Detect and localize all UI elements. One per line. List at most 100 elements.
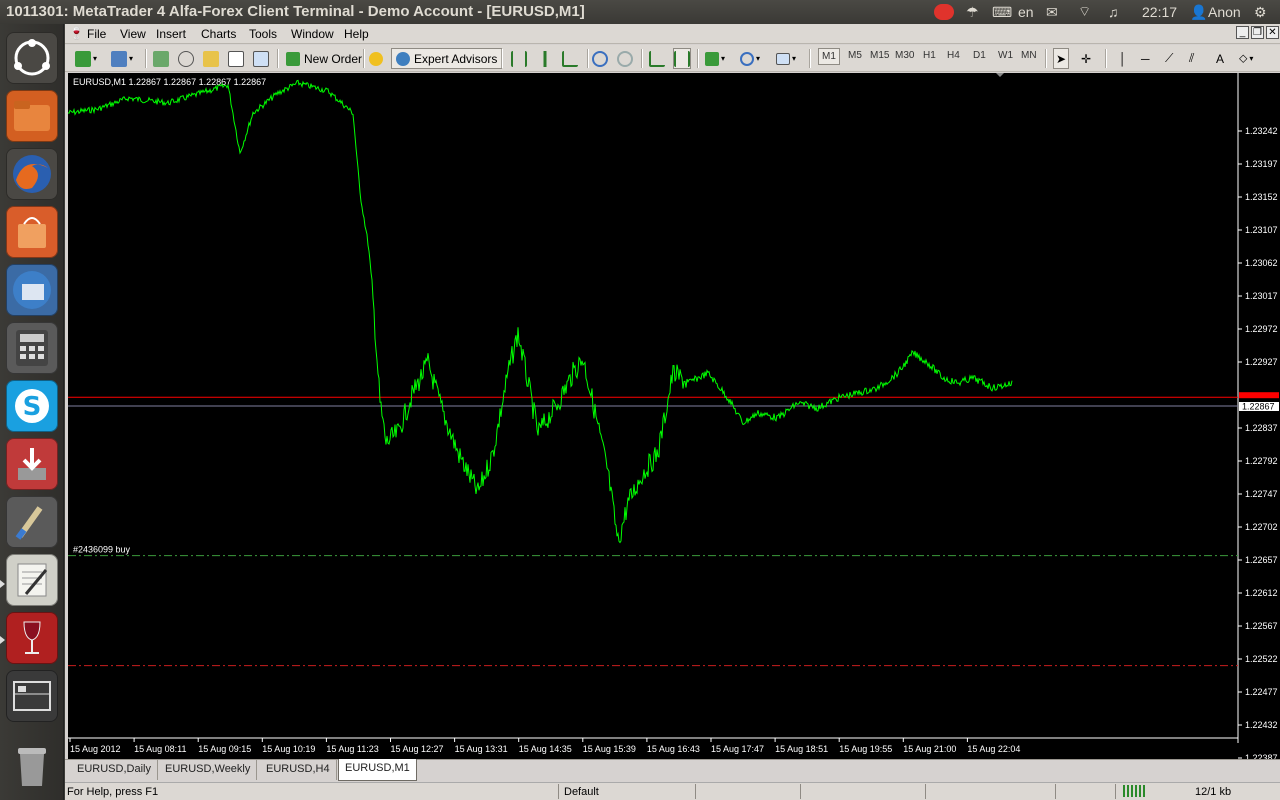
dropbox-icon[interactable]: ☂ [966, 3, 979, 21]
files-folder-icon[interactable] [6, 90, 58, 142]
tab-eurusd-h4[interactable]: EURUSD,H4 [260, 760, 337, 780]
menu-view[interactable]: View [120, 27, 146, 41]
clock[interactable]: 22:17 [1142, 3, 1177, 21]
timeframe-m5[interactable]: M5 [848, 50, 862, 61]
profile-name: Default [564, 786, 599, 798]
running-indicator-icon [0, 580, 5, 588]
menu-file[interactable]: File [87, 27, 106, 41]
horizontal-line-icon[interactable]: ─ [1141, 48, 1150, 69]
strategy-tester-icon[interactable] [253, 48, 269, 69]
paint-brush-icon[interactable] [6, 496, 58, 548]
vertical-line-icon[interactable]: │ [1119, 48, 1127, 69]
time-tick-label: 15 Aug 16:43 [647, 744, 700, 754]
timeframe-w1[interactable]: W1 [998, 50, 1013, 61]
trash-icon[interactable] [6, 740, 58, 792]
timeframe-h4[interactable]: H4 [947, 50, 960, 61]
timeframe-mn[interactable]: MN [1021, 50, 1037, 61]
timeframe-m15[interactable]: M15 [870, 50, 889, 61]
launcher: S [0, 24, 64, 800]
crosshair-icon[interactable]: ✛ [1081, 48, 1091, 69]
data-window-icon[interactable] [178, 48, 194, 69]
chart-window[interactable]: 1.23242 1.23197 1.23152 1.23107 1.23062 1.230… [68, 73, 1280, 764]
warning-icon[interactable] [369, 48, 383, 69]
keyboard-icon[interactable]: ⌨ [992, 3, 1012, 21]
ask-price-marker [1239, 392, 1279, 399]
price-tick-label: 1.22612 [1245, 588, 1278, 598]
menu-window[interactable]: Window [291, 27, 334, 41]
price-tick-label: 1.23152 [1245, 192, 1278, 202]
tab-eurusd-daily[interactable]: EURUSD,Daily [71, 760, 158, 780]
user-name[interactable]: Anon [1208, 3, 1241, 21]
zoom-out-icon[interactable] [617, 48, 633, 69]
toolbar-separator [641, 49, 643, 68]
price-chart[interactable]: 1.23242 1.23197 1.23152 1.23107 1.23062 1.230… [68, 73, 1280, 764]
toolbar-separator [587, 49, 589, 68]
chart-shift-icon[interactable] [673, 48, 691, 69]
installer-icon[interactable] [6, 438, 58, 490]
indicators-button[interactable]: ▾ [705, 48, 725, 69]
restore-icon[interactable]: ❐ [1251, 26, 1264, 39]
time-tick-label: 15 Aug 11:23 [326, 744, 378, 754]
menu-insert[interactable]: Insert [156, 27, 186, 41]
zoom-in-icon[interactable] [592, 48, 608, 69]
wine-glass-icon[interactable] [6, 612, 58, 664]
bar-chart-icon[interactable] [511, 48, 527, 69]
trendline-icon[interactable]: ⟋ [1165, 48, 1173, 69]
menu-tools[interactable]: Tools [249, 27, 277, 41]
price-tick-label: 1.22702 [1245, 522, 1278, 532]
new-chart-button[interactable]: ▾ [75, 48, 97, 69]
auto-scroll-icon[interactable] [649, 48, 665, 69]
menu-help[interactable]: Help [344, 27, 369, 41]
skype-icon[interactable]: S [6, 380, 58, 432]
timeframe-m1[interactable]: M1 [818, 48, 840, 65]
timeframe-m30[interactable]: M30 [895, 50, 914, 61]
running-indicator-icon [0, 636, 5, 644]
price-tick-label: 1.23017 [1245, 291, 1278, 301]
dash-home-icon[interactable] [6, 32, 58, 84]
timeframe-h1[interactable]: H1 [923, 50, 936, 61]
text-editor-icon[interactable] [6, 554, 58, 606]
price-tick-label: 1.22657 [1245, 555, 1278, 565]
text-icon[interactable]: A [1216, 48, 1224, 69]
settings-gear-icon[interactable]: ⚙ [1254, 3, 1267, 21]
time-tick-label: 15 Aug 17:47 [711, 744, 764, 754]
line-chart-icon[interactable] [562, 48, 578, 69]
expert-advisors-button[interactable]: Expert Advisors [391, 48, 503, 69]
candlesticks-icon[interactable] [537, 48, 553, 69]
mail-icon[interactable]: ✉ [1046, 3, 1058, 21]
volume-icon[interactable]: ♫ [1108, 3, 1119, 21]
navigator-icon[interactable] [203, 48, 219, 69]
periods-button[interactable]: ▾ [740, 48, 760, 69]
traffic-counter: 12/1 kb [1195, 786, 1232, 798]
software-center-icon[interactable] [6, 206, 58, 258]
toolbar-separator [145, 49, 147, 68]
time-tick-label: 15 Aug 10:19 [262, 744, 315, 754]
tab-eurusd-m1[interactable]: EURUSD,M1 [338, 759, 417, 781]
arrows-button[interactable]: ⬦ ▾ [1239, 48, 1253, 69]
mail-notification-icon[interactable] [934, 3, 954, 21]
close-icon[interactable]: ✕ [1266, 26, 1279, 39]
firefox-icon[interactable] [6, 148, 58, 200]
toolbar: ▾ ▾ New Order Expert Advisors ▾ ▾ ▾ M1 M… [65, 45, 1280, 72]
price-tick-label: 1.22837 [1245, 423, 1278, 433]
profiles-button[interactable]: ▾ [111, 48, 133, 69]
chart-header: EURUSD,M1 1.22867 1.22867 1.22867 1.2286… [73, 77, 266, 87]
menu-charts[interactable]: Charts [201, 27, 236, 41]
thunderbird-icon[interactable] [6, 264, 58, 316]
calculator-icon[interactable] [6, 322, 58, 374]
timeframe-d1[interactable]: D1 [973, 50, 986, 61]
cursor-icon[interactable]: ➤ [1053, 48, 1070, 69]
price-tick-label: 1.22522 [1245, 654, 1278, 664]
new-order-button[interactable]: New Order [286, 48, 362, 69]
market-watch-icon[interactable] [153, 48, 169, 69]
workspace-switcher-icon[interactable] [6, 670, 58, 722]
minimize-icon[interactable]: _ [1236, 26, 1249, 39]
keyboard-layout[interactable]: en [1018, 3, 1034, 21]
tab-eurusd-weekly[interactable]: EURUSD,Weekly [159, 760, 258, 780]
status-divider [1055, 784, 1056, 799]
templates-button[interactable]: ▾ [776, 48, 796, 69]
terminal-icon[interactable] [228, 48, 244, 69]
time-tick-label: 15 Aug 14:35 [519, 744, 572, 754]
wifi-icon[interactable]: ⌔ [1078, 3, 1091, 21]
channel-icon[interactable]: ⫽ [1189, 48, 1194, 69]
